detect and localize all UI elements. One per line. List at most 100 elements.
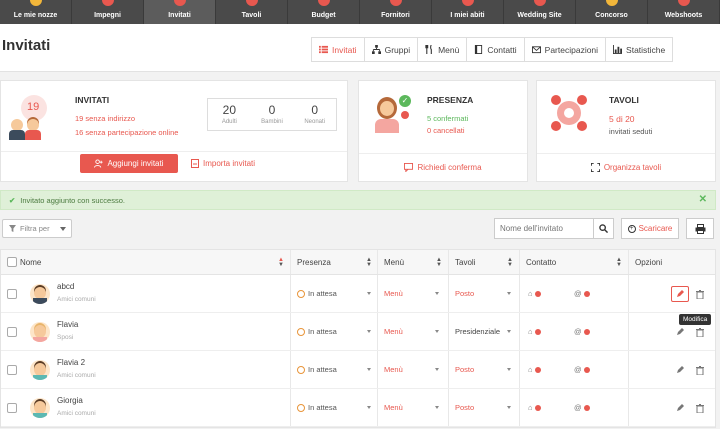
nav-miei-abiti[interactable]: I miei abiti	[432, 0, 504, 24]
delete-button[interactable]	[691, 400, 709, 416]
sort-presenza-icon[interactable]: ▲ ▼	[366, 257, 372, 268]
presenza-select[interactable]: In attesa	[297, 389, 337, 426]
add-user-icon	[94, 159, 104, 168]
nav-wedding-site[interactable]: Wedding Site	[504, 0, 576, 24]
tab-invitati[interactable]: Invitati	[311, 37, 365, 62]
tab-contatti[interactable]: Contatti	[467, 37, 525, 62]
filter-dropdown[interactable]: Filtra per	[2, 219, 72, 238]
tavolo-select[interactable]: Posto	[455, 389, 474, 426]
guest-stats: 20 Adulti 0 Bambini 0 Neonati	[207, 98, 337, 131]
senza-partecipazione[interactable]: 16 senza partecipazione online	[75, 128, 178, 137]
tab-gruppi[interactable]: Gruppi	[364, 37, 419, 62]
menu-select[interactable]: Menù	[384, 275, 403, 312]
tab-partecipazioni[interactable]: Partecipazioni	[524, 37, 607, 62]
address-status[interactable]: ⌂	[528, 313, 541, 350]
caret-down-icon	[507, 292, 511, 295]
tab-menu[interactable]: Menù	[418, 37, 468, 62]
delete-button[interactable]	[691, 324, 709, 340]
tavolo-select[interactable]: Posto	[455, 275, 474, 312]
guest-name[interactable]: abcd	[57, 282, 74, 291]
presenza-select[interactable]: In attesa	[297, 313, 337, 350]
row-checkbox[interactable]	[7, 326, 17, 337]
col-tavoli: Tavoli	[455, 257, 476, 267]
avatar	[30, 359, 50, 380]
print-button[interactable]	[686, 218, 714, 239]
sort-tavoli-icon[interactable]: ▲ ▼	[507, 257, 513, 268]
address-status[interactable]: ⌂	[528, 351, 541, 388]
nav-budget[interactable]: Budget	[288, 0, 360, 24]
check-icon: ✔	[9, 195, 16, 205]
tavolo-select[interactable]: Posto	[455, 351, 474, 388]
import-guests-link[interactable]: Importa invitati	[191, 159, 255, 168]
edit-button[interactable]	[671, 400, 689, 416]
table-row: Giorgia Amici comuni In attesa Menù Post…	[1, 389, 715, 427]
col-contatto: Contatto	[526, 257, 557, 267]
menu-select[interactable]: Menù	[384, 351, 403, 388]
nav-icon	[29, 0, 42, 6]
check-icon: ✓	[399, 95, 411, 107]
edit-button[interactable]	[671, 362, 689, 378]
tavolo-select[interactable]: Presidenziale	[455, 313, 500, 350]
search-input[interactable]	[495, 219, 593, 238]
menu-select[interactable]: Menù	[384, 313, 403, 350]
download-button[interactable]: + Scaricare	[621, 218, 679, 239]
email-status[interactable]: @	[574, 351, 590, 388]
search-button[interactable]	[593, 219, 613, 238]
select-all-checkbox[interactable]	[7, 257, 17, 267]
nav-tavoli[interactable]: Tavoli	[216, 0, 288, 24]
guest-count: 19	[27, 101, 40, 113]
sort-nome-icon[interactable]: ▲ ▼	[278, 257, 284, 268]
row-checkbox[interactable]	[7, 402, 17, 413]
caret-down-icon	[367, 406, 371, 409]
request-confirmation-link[interactable]: Richiedi conferma	[359, 153, 527, 181]
email-status[interactable]: @	[574, 313, 590, 350]
tavoli-card: TAVOLI 5 di 20 invitati seduti Organizza…	[536, 80, 716, 182]
presenza-select[interactable]: In attesa	[297, 275, 337, 312]
address-status[interactable]: ⌂	[528, 389, 541, 426]
caret-down-icon	[507, 368, 511, 371]
guest-name[interactable]: Flavia 2	[57, 358, 85, 367]
download-icon: +	[627, 224, 636, 233]
nav-impegni[interactable]: Impegni	[72, 0, 144, 24]
email-status[interactable]: @	[574, 389, 590, 426]
edit-button[interactable]	[671, 286, 689, 302]
sort-menu-icon[interactable]: ▲ ▼	[436, 257, 442, 268]
confirmed-count[interactable]: 5 confermati	[427, 114, 468, 123]
add-guests-button[interactable]: Aggiungi invitati	[80, 154, 178, 173]
menu-select[interactable]: Menù	[384, 389, 403, 426]
row-checkbox[interactable]	[7, 364, 17, 375]
senza-indirizzo[interactable]: 19 senza indirizzo	[75, 114, 135, 123]
clock-icon	[297, 327, 305, 336]
success-alert: ✔ Invitato aggiunto con successo. ✕	[0, 190, 716, 210]
nav-icon	[677, 0, 690, 6]
organize-tables-link[interactable]: Organizza tavoli	[537, 153, 715, 181]
presenza-card: ✓ PRESENZA 5 confermati 0 cancellati Ric…	[358, 80, 528, 182]
nav-webshoots[interactable]: Webshoots	[648, 0, 720, 24]
guest-name[interactable]: Giorgia	[57, 396, 83, 405]
presenza-select[interactable]: In attesa	[297, 351, 337, 388]
nav-invitati[interactable]: Invitati	[144, 0, 216, 24]
nav-concorso[interactable]: Concorso	[576, 0, 648, 24]
cancelled-count[interactable]: 0 cancellati	[427, 126, 465, 135]
delete-button[interactable]	[691, 286, 709, 302]
avatar	[30, 283, 50, 304]
address-status[interactable]: ⌂	[528, 275, 541, 312]
delete-button[interactable]	[691, 362, 709, 378]
close-icon[interactable]: ✕	[699, 194, 707, 205]
tab-statistiche[interactable]: Statistiche	[606, 37, 674, 62]
sort-contatto-icon[interactable]: ▲ ▼	[616, 257, 622, 268]
nav-icon	[461, 0, 474, 6]
email-status[interactable]: @	[574, 275, 590, 312]
caret-down-icon	[435, 406, 439, 409]
row-checkbox[interactable]	[7, 288, 17, 299]
nav-icon	[101, 0, 114, 6]
guest-name[interactable]: Flavia	[57, 320, 78, 329]
presenza-title: PRESENZA	[427, 95, 474, 105]
top-nav: Le mie nozze Impegni Invitati Tavoli Bud…	[0, 0, 720, 24]
nav-fornitori[interactable]: Fornitori	[360, 0, 432, 24]
edit-button[interactable]	[671, 324, 689, 340]
nav-le-mie-nozze[interactable]: Le mie nozze	[0, 0, 72, 24]
comment-icon	[404, 163, 414, 172]
nav-icon	[533, 0, 546, 6]
chevron-down-icon	[59, 226, 66, 231]
